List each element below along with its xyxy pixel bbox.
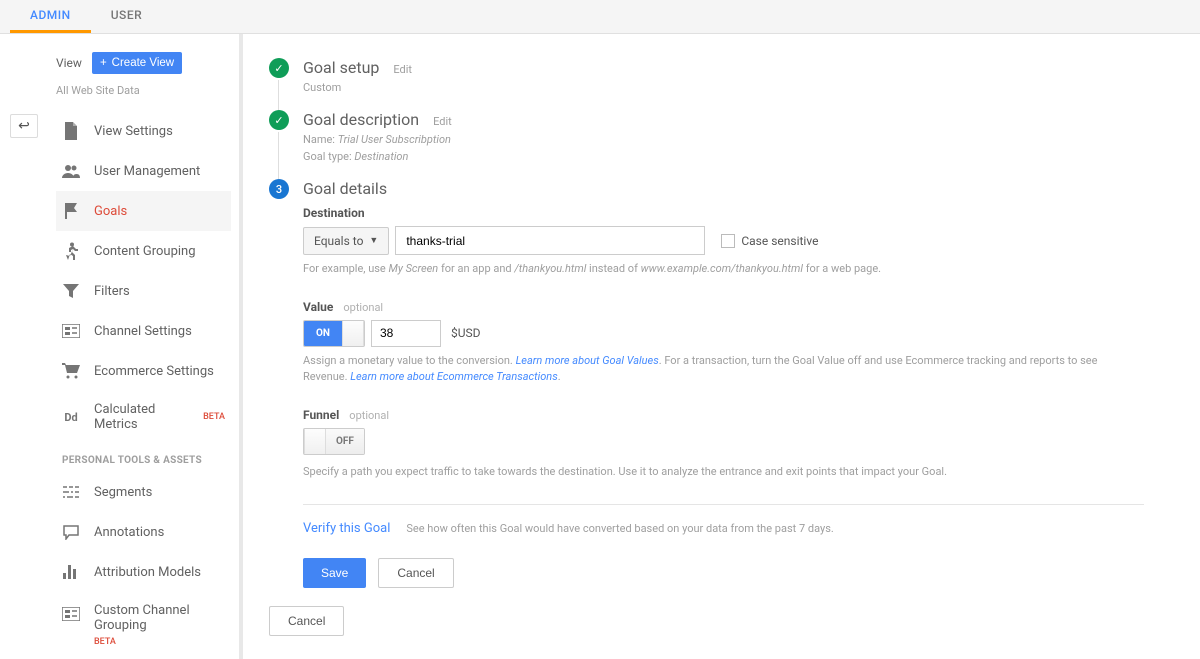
nav-label: Attribution Models bbox=[94, 565, 201, 580]
nav-label: Ecommerce Settings bbox=[94, 364, 214, 379]
step-1-badge: ✓ bbox=[269, 58, 289, 78]
step-2-badge: ✓ bbox=[269, 110, 289, 130]
toggle-knob bbox=[304, 429, 326, 454]
value-hint: Assign a monetary value to the conversio… bbox=[303, 353, 1144, 386]
nav-custom-channel-grouping[interactable]: Custom Channel Grouping BETA bbox=[56, 592, 231, 659]
nav-channel-settings[interactable]: Channel Settings bbox=[56, 311, 231, 351]
create-view-label: Create View bbox=[112, 57, 174, 69]
file-icon bbox=[62, 122, 80, 140]
dropdown-icon: ▼ bbox=[369, 235, 378, 246]
person-run-icon bbox=[62, 242, 80, 260]
step-1-title: Goal setup bbox=[303, 58, 379, 77]
nav-calculated-metrics[interactable]: Dd Calculated Metrics BETA bbox=[56, 391, 231, 443]
step-2-name: Name: Trial User Subscribption bbox=[303, 133, 1144, 146]
destination-label: Destination bbox=[303, 206, 365, 220]
ecommerce-transactions-link[interactable]: Learn more about Ecommerce Transactions bbox=[350, 370, 557, 383]
users-icon bbox=[62, 162, 80, 180]
step-2-title: Goal description bbox=[303, 110, 419, 129]
dd-icon: Dd bbox=[62, 408, 80, 426]
funnel-toggle[interactable]: OFF bbox=[303, 428, 365, 455]
step-3-badge: 3 bbox=[269, 179, 289, 199]
sidebar: View + Create View All Web Site Data Vie… bbox=[48, 34, 243, 659]
segments-icon bbox=[62, 483, 80, 501]
create-view-button[interactable]: + Create View bbox=[92, 52, 182, 74]
step-3-title: Goal details bbox=[303, 179, 387, 198]
toggle-off-label: OFF bbox=[326, 429, 364, 454]
toggle-knob bbox=[342, 321, 364, 346]
nav-label: Segments bbox=[94, 485, 152, 500]
tab-user[interactable]: USER bbox=[91, 0, 162, 33]
check-icon: ✓ bbox=[274, 114, 283, 127]
nav-label: Custom Channel Grouping bbox=[94, 603, 190, 633]
personal-section-head: PERSONAL TOOLS & ASSETS bbox=[56, 443, 231, 472]
step-2-edit-link[interactable]: Edit bbox=[433, 115, 452, 128]
cart-icon bbox=[62, 362, 80, 380]
step-1-subtext: Custom bbox=[303, 81, 1144, 94]
nav-user-management[interactable]: User Management bbox=[56, 151, 231, 191]
nav-ecommerce-settings[interactable]: Ecommerce Settings bbox=[56, 351, 231, 391]
funnel-label: Funnel bbox=[303, 408, 339, 422]
nav-label: Filters bbox=[94, 284, 130, 299]
nav-segments[interactable]: Segments bbox=[56, 472, 231, 512]
step-2-type: Goal type: Destination bbox=[303, 150, 1144, 163]
channel-icon bbox=[62, 605, 80, 623]
back-button[interactable]: ↩ bbox=[10, 114, 38, 138]
case-sensitive-option[interactable]: Case sensitive bbox=[721, 234, 818, 248]
main-content: ✓ Goal setup Edit Custom ✓ bbox=[243, 34, 1200, 659]
nav-label: User Management bbox=[94, 164, 200, 179]
case-sensitive-label: Case sensitive bbox=[741, 234, 818, 248]
nav-attribution-models[interactable]: Attribution Models bbox=[56, 552, 231, 592]
checkbox-icon bbox=[721, 234, 735, 248]
currency-label: $USD bbox=[451, 326, 481, 340]
step-1-edit-link[interactable]: Edit bbox=[393, 63, 412, 76]
value-optional: optional bbox=[343, 301, 383, 314]
outer-cancel-button[interactable]: Cancel bbox=[269, 606, 344, 636]
verify-goal-link[interactable]: Verify this Goal bbox=[303, 521, 390, 536]
bars-icon bbox=[62, 563, 80, 581]
nav-label: View Settings bbox=[94, 124, 173, 139]
plus-icon: + bbox=[100, 57, 107, 69]
nav-content-grouping[interactable]: Content Grouping bbox=[56, 231, 231, 271]
back-arrow-icon: ↩ bbox=[18, 118, 30, 134]
funnel-optional: optional bbox=[349, 409, 389, 422]
nav-label: Goals bbox=[94, 204, 127, 219]
check-icon: ✓ bbox=[274, 62, 283, 75]
destination-input[interactable] bbox=[395, 226, 705, 255]
value-amount-input[interactable] bbox=[371, 320, 441, 347]
match-type-value: Equals to bbox=[314, 234, 363, 248]
all-data-label: All Web Site Data bbox=[56, 84, 231, 97]
match-type-select[interactable]: Equals to ▼ bbox=[303, 227, 389, 255]
nav-label: Channel Settings bbox=[94, 324, 192, 339]
beta-badge: BETA bbox=[203, 412, 225, 422]
filter-icon bbox=[62, 282, 80, 300]
verify-desc: See how often this Goal would have conve… bbox=[406, 522, 833, 535]
beta-badge: BETA bbox=[94, 637, 116, 647]
goal-values-link[interactable]: Learn more about Goal Values bbox=[516, 354, 659, 367]
annotations-icon bbox=[62, 523, 80, 541]
channel-icon bbox=[62, 322, 80, 340]
destination-hint: For example, use My Screen for an app an… bbox=[303, 261, 1144, 278]
flag-icon bbox=[62, 202, 80, 220]
tab-admin[interactable]: ADMIN bbox=[10, 0, 91, 33]
nav-filters[interactable]: Filters bbox=[56, 271, 231, 311]
nav-label: Calculated Metrics bbox=[94, 402, 187, 432]
view-label: View bbox=[56, 56, 82, 70]
toggle-on-label: ON bbox=[304, 321, 342, 346]
save-button[interactable]: Save bbox=[303, 558, 366, 588]
nav-label: Content Grouping bbox=[94, 244, 196, 259]
nav-view-settings[interactable]: View Settings bbox=[56, 111, 231, 151]
value-toggle[interactable]: ON bbox=[303, 320, 365, 347]
value-label: Value bbox=[303, 300, 333, 314]
nav-annotations[interactable]: Annotations bbox=[56, 512, 231, 552]
nav-goals[interactable]: Goals bbox=[56, 191, 231, 231]
nav-label: Annotations bbox=[94, 525, 164, 540]
top-tabs: ADMIN USER bbox=[0, 0, 1200, 34]
funnel-hint: Specify a path you expect traffic to tak… bbox=[303, 464, 1144, 481]
cancel-button[interactable]: Cancel bbox=[378, 558, 453, 588]
